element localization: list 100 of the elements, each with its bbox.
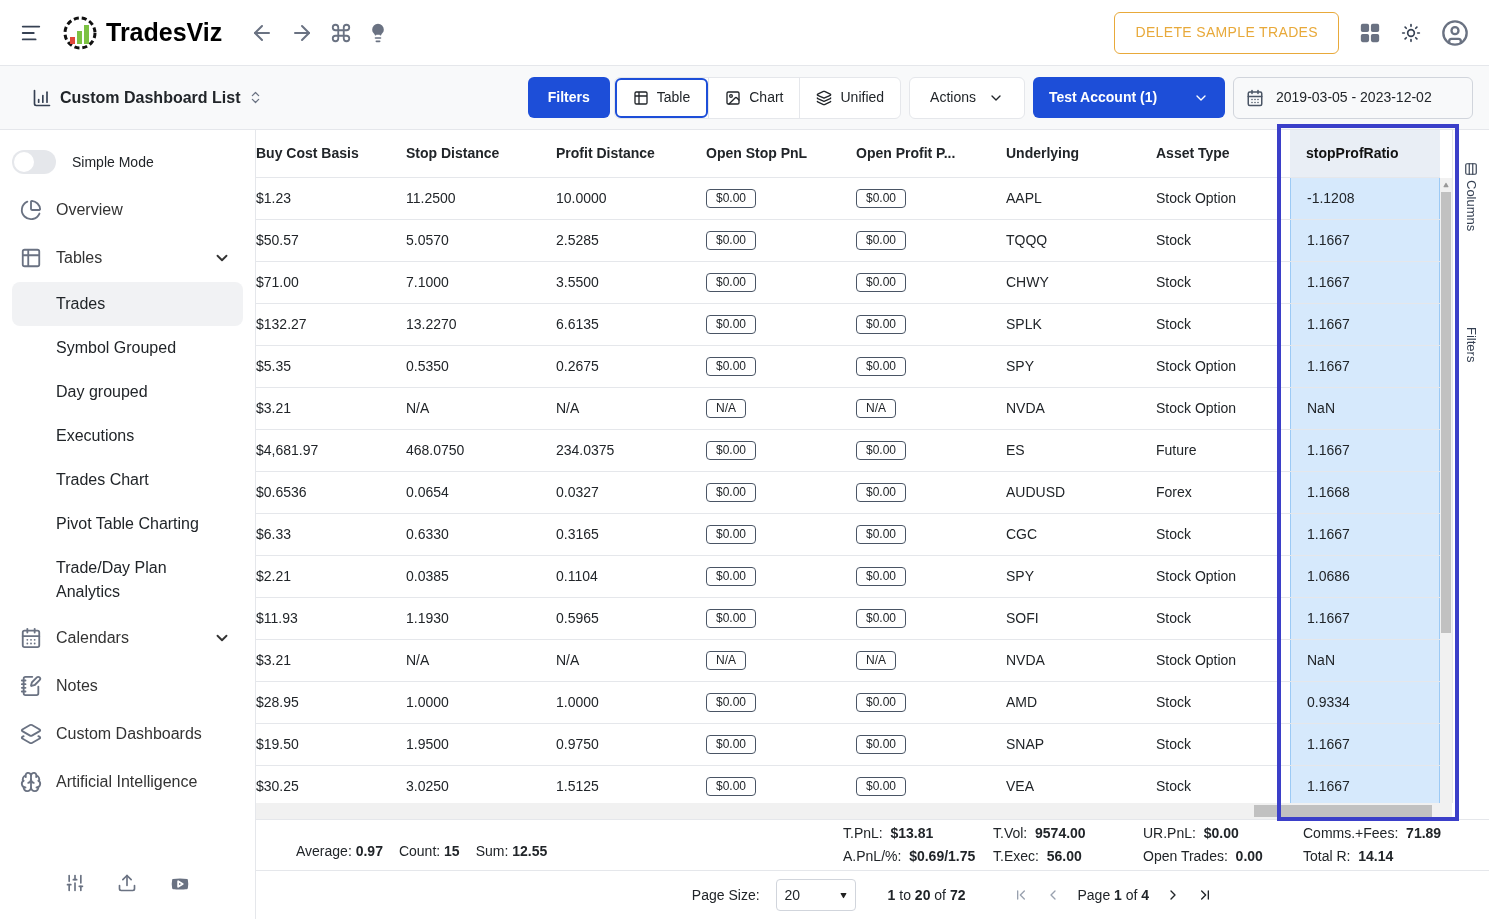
sidebar-subitem[interactable]: Pivot Table Charting bbox=[12, 502, 243, 546]
summary-stat: Average: 0.97 bbox=[296, 841, 383, 861]
summary-stat: Count: 15 bbox=[398, 841, 460, 861]
table-cell-text: Future bbox=[1155, 441, 1198, 460]
value-badge: $0.00 bbox=[856, 189, 907, 208]
table-icon bbox=[20, 247, 42, 269]
page-size-select[interactable]: 20 bbox=[775, 879, 856, 911]
table-cell-text: Stock bbox=[1155, 273, 1192, 292]
calendar-icon bbox=[1246, 88, 1264, 107]
summary-stat: Comms.+Fees: 71.89 bbox=[1303, 824, 1443, 843]
date-range-picker[interactable]: 2019-03-05 - 2023-12-02 bbox=[1233, 76, 1473, 119]
table-cell-text: 6.6135 bbox=[555, 315, 600, 334]
table-cell: 1.1667 bbox=[1290, 724, 1440, 765]
sidebar-subitem[interactable]: Trade/Day Plan Analytics bbox=[12, 546, 243, 614]
columns-icon bbox=[1464, 162, 1479, 176]
vertical-scrollbar[interactable] bbox=[1440, 178, 1453, 803]
sidebar-subitem[interactable]: Day grouped bbox=[12, 370, 243, 414]
summary-stat: T.PnL: $13.81 bbox=[843, 824, 935, 843]
value-badge: $0.00 bbox=[706, 273, 757, 292]
table-cell-text: 5.0570 bbox=[405, 231, 450, 250]
sidebar-subitem[interactable]: Trades bbox=[12, 282, 243, 326]
table-cell-text: 0.6330 bbox=[405, 525, 450, 544]
sidebar-item[interactable]: Artificial Intelligence bbox=[12, 758, 243, 806]
stack-icon bbox=[20, 723, 42, 745]
table-cell-text: $0.6536 bbox=[256, 483, 308, 502]
table-cell-text: Stock bbox=[1155, 315, 1192, 334]
horizontal-scrollbar[interactable] bbox=[256, 803, 1452, 819]
value-badge: N/A bbox=[856, 399, 896, 418]
view-tab[interactable]: Table bbox=[614, 77, 709, 118]
table-cell-text: 3.5500 bbox=[555, 273, 600, 292]
table-cell-text: $28.95 bbox=[256, 693, 300, 712]
table-cell-text: 0.0327 bbox=[555, 483, 600, 502]
value-badge: $0.00 bbox=[706, 315, 757, 334]
command-icon[interactable] bbox=[330, 21, 353, 44]
table-cell-text: Stock Option bbox=[1155, 189, 1238, 208]
filters-side-tab[interactable]: Filters bbox=[1461, 327, 1481, 363]
user-avatar-icon[interactable] bbox=[1441, 18, 1469, 47]
table-cell-text: SOFI bbox=[1005, 609, 1040, 628]
dropdown-caret-icon bbox=[839, 891, 847, 899]
summary-stat: Open Trades: 0.00 bbox=[1143, 847, 1264, 866]
table-cell-text: 13.2270 bbox=[405, 315, 458, 334]
table-icon bbox=[632, 89, 649, 106]
table-cell-text: AAPL bbox=[1005, 189, 1043, 208]
table-cell-text: CGC bbox=[1005, 525, 1039, 544]
value-badge: $0.00 bbox=[856, 441, 907, 460]
table-cell-text: Stock bbox=[1155, 693, 1192, 712]
sidebar-subitem[interactable]: Trades Chart bbox=[12, 458, 243, 502]
filters-button[interactable]: Filters bbox=[527, 77, 610, 118]
sidebar-item[interactable]: Custom Dashboards bbox=[12, 710, 243, 758]
table-cell-text: Stock bbox=[1155, 231, 1192, 250]
table-cell-text: $71.00 bbox=[256, 273, 300, 292]
table-cell-text: CHWY bbox=[1005, 273, 1050, 292]
sidebar-item[interactable]: Tables bbox=[12, 234, 243, 282]
actions-dropdown[interactable]: Actions bbox=[909, 76, 1025, 119]
value-badge: $0.00 bbox=[706, 567, 757, 586]
table-cell: 1.0686 bbox=[1290, 556, 1440, 597]
image-icon bbox=[725, 89, 742, 106]
notebook-pen-icon bbox=[20, 675, 42, 697]
value-badge: $0.00 bbox=[706, 735, 757, 754]
sun-icon[interactable] bbox=[1401, 22, 1421, 43]
table-cell-text: $3.21 bbox=[256, 399, 293, 418]
table-cell-text: TQQQ bbox=[1005, 231, 1049, 250]
value-badge: $0.00 bbox=[706, 189, 757, 208]
simple-mode-toggle[interactable] bbox=[12, 150, 56, 174]
table-cell-text: 11.2500 bbox=[405, 189, 457, 208]
summary-stat: T.Vol: 9574.00 bbox=[993, 824, 1087, 843]
column-header[interactable]: stopProfRatio bbox=[1290, 130, 1440, 177]
columns-side-tab[interactable]: Columns bbox=[1461, 162, 1481, 232]
table-cell-text: $19.50 bbox=[256, 735, 300, 754]
table-cell-text: 0.0654 bbox=[405, 483, 450, 502]
sidebar-subitem[interactable]: Executions bbox=[12, 414, 243, 458]
table-cell-text: Stock bbox=[1155, 525, 1192, 544]
table-cell-text: Stock bbox=[1155, 777, 1192, 796]
scroll-up-icon[interactable] bbox=[1443, 182, 1450, 188]
value-badge: $0.00 bbox=[856, 483, 907, 502]
table-cell-text: SPY bbox=[1005, 567, 1035, 586]
sidebar-item[interactable]: Overview bbox=[12, 186, 243, 234]
table-cell-text: N/A bbox=[555, 399, 581, 418]
summary-stat: T.Exec: 56.00 bbox=[993, 847, 1083, 866]
table-cell-text: N/A bbox=[405, 651, 431, 670]
table-cell: NaN bbox=[1290, 640, 1440, 681]
view-tab[interactable]: Chart bbox=[708, 77, 800, 118]
dashboard-list-selector[interactable]: Custom Dashboard List bbox=[32, 85, 264, 110]
sidebar-subitem[interactable]: Symbol Grouped bbox=[12, 326, 243, 370]
sidebar-item[interactable]: Calendars bbox=[12, 614, 243, 662]
table-cell: 1.1668 bbox=[1290, 472, 1440, 513]
value-badge: $0.00 bbox=[706, 609, 757, 628]
value-badge: N/A bbox=[706, 399, 746, 418]
table-cell-text: 0.5965 bbox=[555, 609, 600, 628]
table-cell: 1.1667 bbox=[1290, 262, 1440, 303]
sliders-icon[interactable] bbox=[64, 873, 85, 893]
sidebar-item[interactable]: Notes bbox=[12, 662, 243, 710]
view-tab[interactable]: Unified bbox=[799, 77, 901, 118]
table-cell-text: $5.35 bbox=[256, 357, 293, 376]
value-badge: $0.00 bbox=[706, 777, 757, 796]
apps-grid-icon[interactable] bbox=[1359, 21, 1381, 44]
table-cell-text: 1.0000 bbox=[555, 693, 600, 712]
upload-icon[interactable] bbox=[116, 873, 137, 893]
table-cell-text: $132.27 bbox=[256, 315, 308, 334]
account-dropdown[interactable]: Test Account (1) bbox=[1033, 77, 1225, 118]
